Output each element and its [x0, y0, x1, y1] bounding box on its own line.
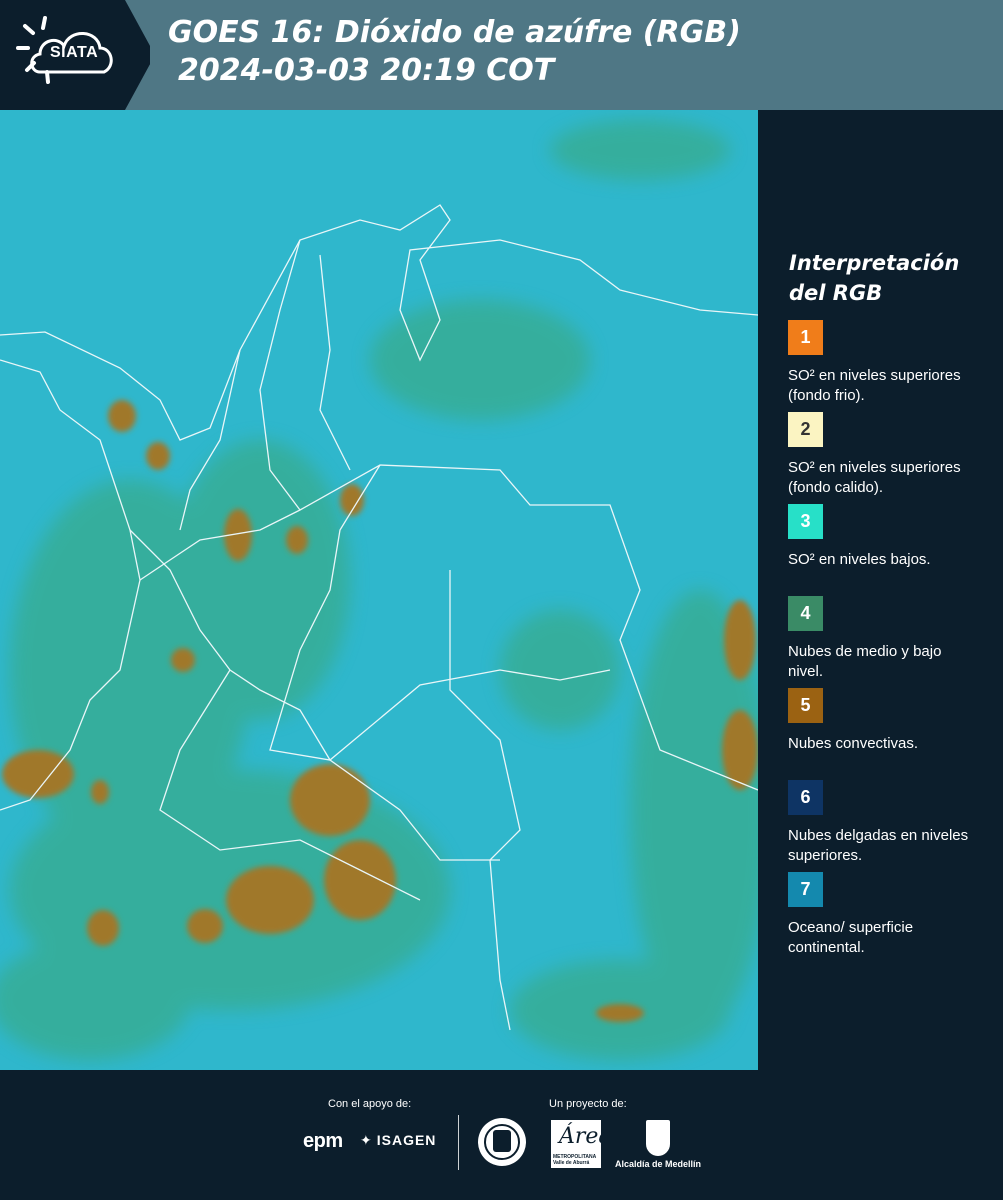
- title-product: GOES 16: Dióxido de azúfre (RGB): [168, 15, 741, 50]
- support-label: Con el apoyo de:: [328, 1098, 412, 1110]
- page-title: GOES 16: Dióxido de azúfre (RGB) 2024-03…: [168, 14, 741, 90]
- satellite-map[interactable]: [0, 110, 758, 1070]
- legend-swatch: 5: [788, 688, 823, 723]
- legend-item-5: 5 Nubes convectivas.: [788, 688, 998, 754]
- legend-label: Nubes delgadas en niveles superiores.: [788, 827, 969, 864]
- legend-swatch: 6: [788, 780, 823, 815]
- isagen-logo: ✦ ISAGEN: [360, 1132, 436, 1149]
- legend-title: Interpretación del RGB: [789, 251, 960, 305]
- legend-swatch: 7: [788, 872, 823, 907]
- legend-label: Oceano/ superficie continental.: [788, 919, 914, 956]
- legend-item-4: 4 Nubes de medio y bajo nivel.: [788, 596, 998, 682]
- legend-label: Nubes convectivas.: [788, 735, 919, 752]
- legend-item-6: 6 Nubes delgadas en niveles superiores.: [788, 780, 998, 866]
- map-image: [0, 110, 758, 1070]
- legend-label: Nubes de medio y bajo nivel.: [788, 643, 942, 680]
- siata-logo: SIATA: [0, 0, 150, 110]
- project-label: Un proyecto de:: [549, 1098, 627, 1110]
- legend-item-2: 2 SO² en niveles superiores (fondo calido…: [788, 412, 998, 498]
- alcaldia-wordmark: Alcaldía de Medellín: [614, 1159, 702, 1169]
- coat-of-arms-icon: [646, 1120, 670, 1156]
- legend-label: SO² en niveles bajos.: [788, 551, 931, 568]
- epm-logo: epm: [303, 1130, 343, 1152]
- area-metropolitana-logo: Área METROPOLITANA Valle de Aburrá: [551, 1120, 612, 1168]
- legend-swatch: 1: [788, 320, 823, 355]
- university-seal-icon: [478, 1118, 526, 1166]
- area-subtitle: METROPOLITANA Valle de Aburrá: [553, 1154, 597, 1166]
- area-wordmark: Área: [559, 1124, 612, 1149]
- alcaldia-medellin-logo: Alcaldía de Medellín: [613, 1120, 703, 1169]
- header-bar: SIATA GOES 16: Dióxido de azúfre (RGB) 2…: [0, 0, 1003, 110]
- footer: Con el apoyo de: Un proyecto de: epm ✦ IS…: [0, 1070, 1003, 1200]
- footer-divider: [458, 1115, 459, 1170]
- title-timestamp: 2024-03-03 20:19 COT: [178, 53, 555, 88]
- legend-label: SO² en niveles superiores (fondo calido)…: [788, 459, 961, 496]
- legend-item-1: 1 SO² en niveles superiores (fondo frio).: [788, 320, 998, 406]
- siata-wordmark: SIATA: [50, 44, 99, 61]
- legend-label: SO² en niveles superiores (fondo frio).: [788, 367, 961, 404]
- isagen-wordmark: ISAGEN: [376, 1132, 437, 1148]
- rgb-legend-panel: Interpretación del RGB 1 SO² en niveles s…: [760, 110, 1003, 1068]
- legend-swatch: 3: [788, 504, 823, 539]
- legend-item-7: 7 Oceano/ superficie continental.: [788, 872, 998, 958]
- legend-item-3: 3 SO² en niveles bajos.: [788, 504, 998, 570]
- legend-swatch: 2: [788, 412, 823, 447]
- legend-swatch: 4: [788, 596, 823, 631]
- isagen-mark-icon: ✦: [360, 1132, 373, 1148]
